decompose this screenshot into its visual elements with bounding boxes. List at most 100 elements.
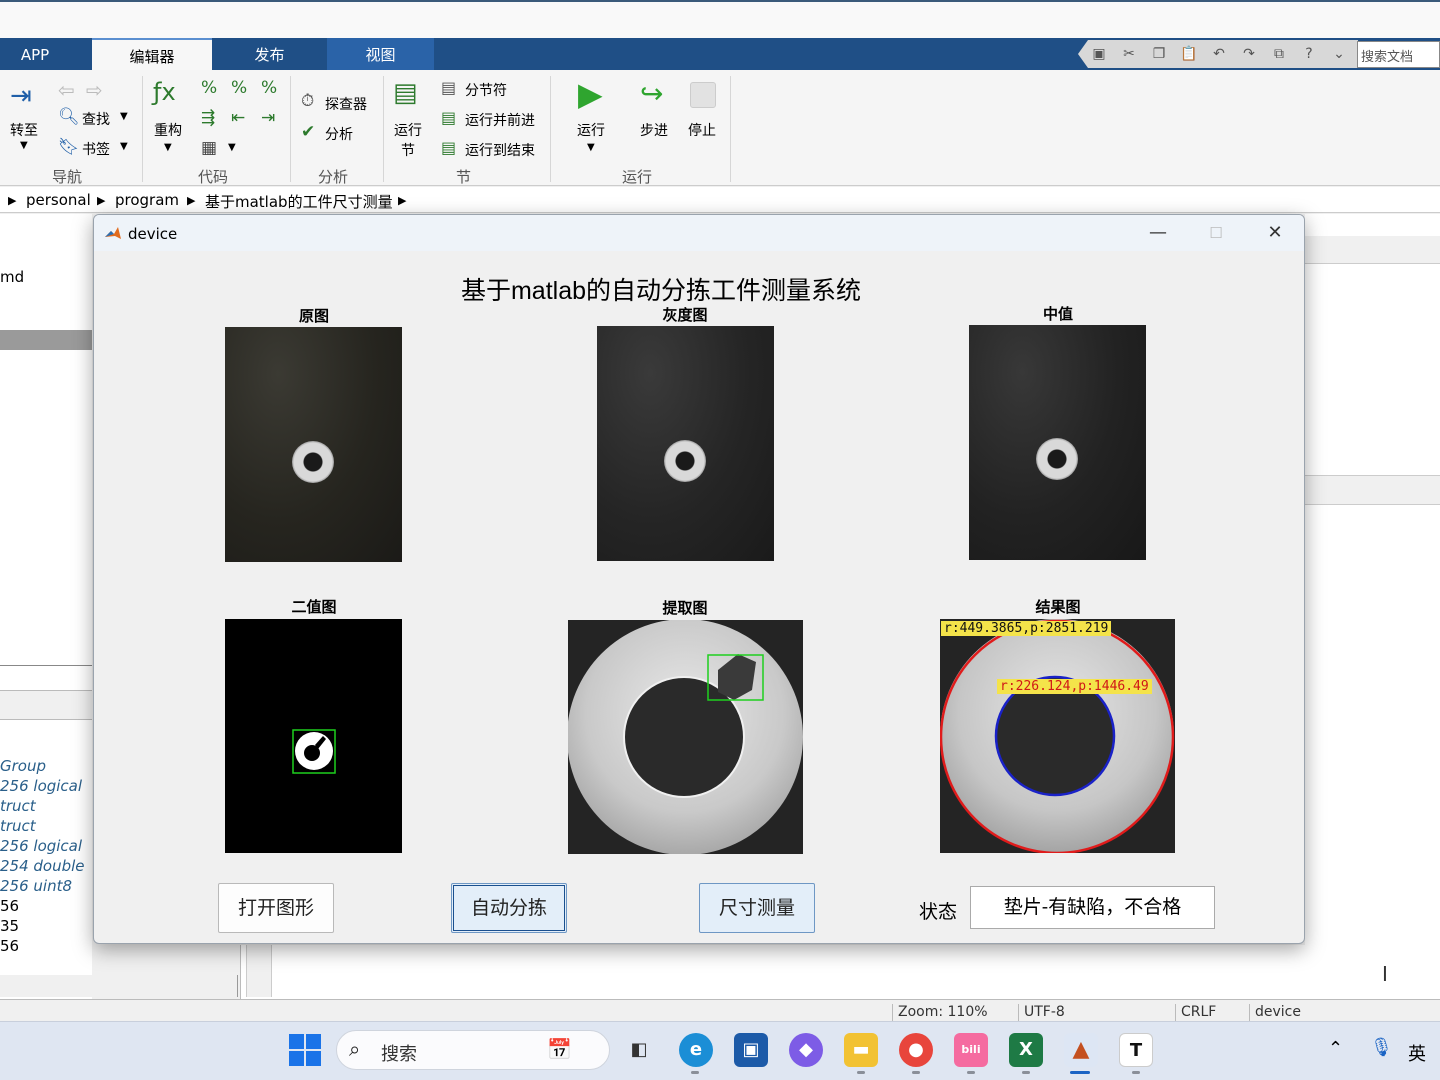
tab-view[interactable]: 视图 xyxy=(327,38,434,70)
stop-icon[interactable] xyxy=(690,82,716,108)
analyze-label[interactable]: 分析 xyxy=(325,124,353,144)
microphone-icon[interactable]: 🎙︎ xyxy=(1370,1037,1393,1058)
decrease-indent-icon[interactable]: ⇤ xyxy=(231,110,245,127)
running-indicator xyxy=(1132,1071,1140,1074)
undo-icon[interactable]: ↶ xyxy=(1210,45,1228,63)
refactor-label[interactable]: 重构 xyxy=(154,120,182,140)
tab-publish[interactable]: 发布 xyxy=(212,38,327,70)
goto-arrow-icon[interactable]: ⇥ xyxy=(10,83,32,109)
windows-start-icon[interactable] xyxy=(289,1034,321,1066)
ime-indicator[interactable]: 英 xyxy=(1408,1040,1426,1066)
inspector-label[interactable]: 探查器 xyxy=(325,94,367,114)
goto-dropdown-icon[interactable]: ▼ xyxy=(20,140,28,151)
workspace-var-type[interactable]: 254 double xyxy=(0,857,85,875)
edge-browser-icon[interactable]: e xyxy=(679,1033,713,1067)
find-label[interactable]: 查找 xyxy=(82,109,110,129)
task-view-icon[interactable]: ◧ xyxy=(622,1033,656,1067)
measure-button[interactable]: 尺寸测量 xyxy=(699,883,815,933)
store-icon[interactable]: ▣ xyxy=(734,1033,768,1067)
step-icon[interactable]: ↪ xyxy=(640,80,663,108)
taskbar-search-input[interactable]: ⌕ 搜索 📅 xyxy=(336,1030,610,1070)
breadcrumb-item-program[interactable]: program xyxy=(115,191,179,209)
run-icon[interactable]: ▶ xyxy=(578,78,603,110)
cut-icon[interactable]: ✂ xyxy=(1120,45,1138,63)
workspace-var-type[interactable]: 256 logical xyxy=(0,777,82,795)
inspector-icon[interactable]: ⏱ xyxy=(301,93,314,110)
open-image-button[interactable]: 打开图形 xyxy=(218,883,334,933)
matlab-icon[interactable]: ▲ xyxy=(1064,1033,1098,1067)
running-indicator xyxy=(912,1071,920,1074)
forward-icon[interactable]: ⇨ xyxy=(86,80,103,100)
workspace-var-type[interactable]: 256 logical xyxy=(0,837,82,855)
chevron-up-icon[interactable]: ⌃ xyxy=(1328,1038,1343,1059)
bilibili-icon[interactable]: bili xyxy=(954,1033,988,1067)
search-icon[interactable]: 🔍︎ xyxy=(58,109,80,126)
workspace-var-type[interactable]: 256 uint8 xyxy=(0,877,72,895)
workspace-var-value[interactable]: 35 xyxy=(0,917,19,935)
run-advance-icon[interactable]: ▤ xyxy=(441,110,456,126)
find-dropdown-icon[interactable]: ▼ xyxy=(120,111,128,122)
workspace-var-type[interactable]: truct xyxy=(0,817,36,835)
increase-indent-icon[interactable]: ⇥ xyxy=(261,110,275,127)
typora-icon[interactable]: T xyxy=(1119,1033,1153,1067)
run-label[interactable]: 运行 xyxy=(577,120,605,140)
tab-app[interactable]: APP xyxy=(0,38,70,70)
step-label[interactable]: 步进 xyxy=(640,120,668,140)
panel-title-original: 原图 xyxy=(298,307,329,325)
zoom-level: Zoom: 110% xyxy=(892,1004,1014,1022)
code-options-dropdown-icon[interactable]: ▼ xyxy=(228,142,236,153)
back-icon[interactable]: ⇦ xyxy=(58,80,75,100)
excel-icon[interactable]: X xyxy=(1009,1033,1043,1067)
redo-icon[interactable]: ↷ xyxy=(1240,45,1258,63)
line-ending: CRLF xyxy=(1175,1004,1247,1022)
run-section-icon[interactable]: ▤ xyxy=(393,80,418,106)
section-break-label[interactable]: 分节符 xyxy=(465,80,507,100)
workspace-var-value[interactable]: 56 xyxy=(0,937,19,955)
analyze-icon[interactable]: ✔ xyxy=(301,124,315,141)
run-to-end-icon[interactable]: ▤ xyxy=(441,140,456,156)
tab-editor[interactable]: 编辑器 xyxy=(92,38,212,70)
run-section-label-2[interactable]: 节 xyxy=(401,140,415,160)
breadcrumb-arrow-icon[interactable]: ▶ xyxy=(8,194,16,207)
goto-label[interactable]: 转至 xyxy=(10,120,38,140)
wrap-comment-icon[interactable]: % xyxy=(261,80,277,97)
copilot-icon[interactable]: ◆ xyxy=(789,1033,823,1067)
paste-icon[interactable]: 📋 xyxy=(1180,45,1198,63)
breadcrumb-item-personal[interactable]: personal xyxy=(26,191,91,209)
comment-icon[interactable]: % xyxy=(201,80,217,97)
extract-image xyxy=(568,620,803,854)
breadcrumb-arrow-icon[interactable]: ▶ xyxy=(398,194,406,207)
run-to-end-label[interactable]: 运行到结束 xyxy=(465,140,535,160)
chrome-icon[interactable]: ● xyxy=(899,1033,933,1067)
stop-label[interactable]: 停止 xyxy=(688,120,716,140)
file-explorer-icon[interactable]: ▬ xyxy=(844,1033,878,1067)
smart-indent-icon[interactable]: ⇶ xyxy=(201,110,215,127)
status-field[interactable]: 垫片-有缺陷，不合格 xyxy=(970,886,1215,929)
bookmark-label[interactable]: 书签 xyxy=(82,139,110,159)
run-advance-label[interactable]: 运行并前进 xyxy=(465,110,535,130)
copy-icon[interactable]: ❐ xyxy=(1150,45,1168,63)
code-options-icon[interactable]: ▦ xyxy=(201,140,217,157)
run-dropdown-icon[interactable]: ▼ xyxy=(587,142,595,153)
run-section-label[interactable]: 运行 xyxy=(394,120,422,140)
section-break-icon[interactable]: ▤ xyxy=(441,80,456,96)
refactor-dropdown-icon[interactable]: ▼ xyxy=(164,142,172,153)
save-icon[interactable]: ▣ xyxy=(1090,45,1108,63)
minimize-icon[interactable]: — xyxy=(1143,221,1173,245)
bookmark-dropdown-icon[interactable]: ▼ xyxy=(120,141,128,152)
workspace-var-type[interactable]: Group xyxy=(0,757,46,775)
breadcrumb-arrow-icon[interactable]: ▶ xyxy=(187,194,195,207)
help-icon[interactable]: ? xyxy=(1300,45,1318,63)
bookmark-icon[interactable]: 🔖︎ xyxy=(58,139,80,156)
chevron-down-icon[interactable]: ⌄ xyxy=(1330,45,1348,63)
workspace-var-value[interactable]: 56 xyxy=(0,897,19,915)
uncomment-icon[interactable]: % xyxy=(231,80,247,97)
search-docs-input[interactable]: 搜索文档 xyxy=(1357,41,1440,68)
auto-sort-button[interactable]: 自动分拣 xyxy=(451,883,567,933)
breadcrumb-arrow-icon[interactable]: ▶ xyxy=(97,194,105,207)
refactor-fx-icon[interactable]: ƒx xyxy=(153,80,176,104)
breadcrumb-item-folder[interactable]: 基于matlab的工件尺寸测量 xyxy=(205,191,393,212)
switch-windows-icon[interactable]: ⧉ xyxy=(1270,45,1288,63)
workspace-var-type[interactable]: truct xyxy=(0,797,36,815)
close-icon[interactable]: ✕ xyxy=(1260,221,1290,245)
